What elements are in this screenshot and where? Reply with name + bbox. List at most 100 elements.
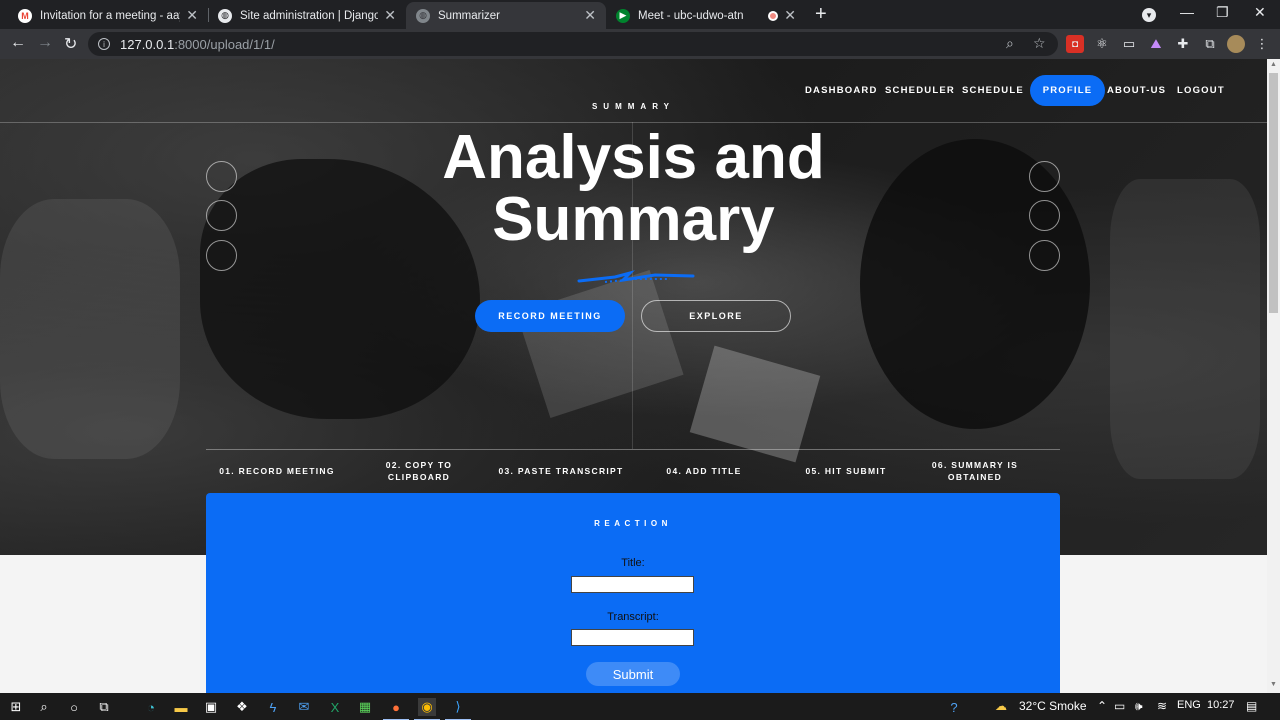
photos-icon[interactable]: ▦ bbox=[356, 698, 374, 716]
slider-dot[interactable] bbox=[1029, 161, 1060, 192]
vscode-icon[interactable]: ⟩ bbox=[445, 698, 471, 720]
scrollbar-thumb[interactable] bbox=[1269, 73, 1278, 313]
react-devtools-icon[interactable]: ⚛ bbox=[1093, 35, 1111, 53]
maximize-icon[interactable]: ❐ bbox=[1216, 4, 1229, 21]
bookmark-star-icon[interactable]: ☆ bbox=[1033, 35, 1046, 52]
reload-icon[interactable]: ↻ bbox=[64, 34, 77, 54]
dropbox-icon[interactable]: ❖ bbox=[233, 698, 251, 716]
pocket-extension-icon[interactable]: ◘ bbox=[1066, 35, 1084, 53]
url-bar[interactable]: i 127.0.0.1:8000/upload/1/1/ ⌕ ☆ bbox=[88, 32, 1058, 56]
globe-icon: ◍ bbox=[416, 8, 430, 23]
title-label: Title: bbox=[621, 557, 645, 569]
minimize-icon[interactable]: — bbox=[1180, 4, 1194, 20]
scroll-up-icon[interactable]: ▲ bbox=[1270, 61, 1277, 68]
transcript-label: Transcript: bbox=[607, 611, 659, 623]
screen-extension-icon[interactable]: ▭ bbox=[1120, 35, 1138, 53]
tab-summarizer[interactable]: ◍ Summarizer ✕ bbox=[406, 2, 606, 29]
brush-stroke-decoration bbox=[577, 270, 695, 283]
headline-line: Summary bbox=[492, 185, 775, 254]
excel-icon[interactable]: X bbox=[326, 698, 344, 716]
submit-button[interactable]: Submit bbox=[586, 662, 680, 686]
avatar[interactable] bbox=[1227, 35, 1245, 53]
wifi-icon[interactable]: ≋ bbox=[1157, 699, 1167, 713]
tab-search-icon[interactable]: ▾ bbox=[1142, 8, 1156, 22]
menu-kebab-icon[interactable]: ⋮ bbox=[1253, 35, 1271, 53]
cortana-icon[interactable]: ○ bbox=[65, 698, 83, 716]
help-icon[interactable]: ? bbox=[945, 698, 963, 716]
meet-icon: ▶ bbox=[616, 8, 630, 23]
tab-django-admin[interactable]: ◍ Site administration | Django site ✕ bbox=[208, 2, 406, 29]
step-item: 02. COPY TO CLIPBOARD bbox=[385, 460, 453, 482]
back-arrow-icon[interactable]: ← bbox=[10, 34, 26, 52]
close-icon[interactable]: ✕ bbox=[186, 7, 198, 24]
scroll-down-icon[interactable]: ▼ bbox=[1270, 681, 1277, 688]
slider-dot[interactable] bbox=[206, 161, 237, 192]
nav-logout[interactable]: LOGOUT bbox=[1177, 81, 1225, 101]
close-icon[interactable]: ✕ bbox=[584, 7, 596, 24]
power-automate-icon[interactable]: ϟ bbox=[264, 698, 282, 716]
weather-icon[interactable]: ☁ bbox=[995, 699, 1007, 713]
task-view-icon[interactable]: ⧉ bbox=[95, 698, 113, 716]
tab-label: Meet - ubc-udwo-atn bbox=[638, 9, 744, 22]
form-heading: REACTION bbox=[594, 519, 672, 528]
slider-dot[interactable] bbox=[1029, 240, 1060, 271]
record-meeting-button[interactable]: RECORD MEETING bbox=[475, 300, 625, 332]
tab-gmail[interactable]: M Invitation for a meeting - aayush ✕ bbox=[8, 2, 208, 29]
zoom-icon[interactable]: ⌕ bbox=[1006, 35, 1014, 52]
nav-about-us[interactable]: ABOUT-US bbox=[1107, 81, 1166, 101]
hero-headline: Analysis and Summary bbox=[0, 127, 1267, 251]
clock[interactable]: 10:27 bbox=[1207, 699, 1235, 711]
cast-icon[interactable]: ⧉ bbox=[1201, 35, 1219, 53]
file-explorer-icon[interactable]: ▬ bbox=[172, 698, 190, 716]
step-item: 03. PASTE TRANSCRIPT bbox=[498, 466, 624, 476]
windows-taskbar: ⊞ ⌕ ○ ⧉ ◔ ▬ ▣ ❖ ϟ ✉ X ▦ ● ◉ ⟩ ? ☁ 32°C S… bbox=[0, 693, 1280, 720]
transcript-input[interactable] bbox=[571, 629, 694, 646]
slider-dot[interactable] bbox=[206, 200, 237, 231]
background-laptop bbox=[516, 270, 684, 418]
search-icon[interactable]: ⌕ bbox=[35, 698, 53, 716]
firefox-icon[interactable]: ● bbox=[383, 698, 409, 720]
page-scrollbar[interactable]: ▲ ▼ bbox=[1267, 59, 1280, 693]
windows-start-icon[interactable]: ⊞ bbox=[7, 698, 25, 716]
tab-meet[interactable]: ▶ Meet - ubc-udwo-atn ✕ bbox=[606, 2, 806, 29]
tray-chevron-icon[interactable]: ⌃ bbox=[1097, 699, 1107, 713]
steps-divider bbox=[206, 449, 1060, 450]
hero-section: DASHBOARD SCHEDULER SCHEDULE PROFILE ABO… bbox=[0, 59, 1267, 555]
store-icon[interactable]: ▣ bbox=[202, 698, 220, 716]
slider-dot[interactable] bbox=[206, 240, 237, 271]
address-toolbar: ← → ↻ i 127.0.0.1:8000/upload/1/1/ ⌕ ☆ ◘… bbox=[0, 29, 1280, 59]
nav-scheduler[interactable]: SCHEDULER bbox=[885, 81, 955, 101]
close-icon[interactable]: ✕ bbox=[784, 7, 796, 24]
extensions-puzzle-icon[interactable]: ✚ bbox=[1174, 35, 1192, 53]
url-host: 127.0.0.1 bbox=[120, 36, 175, 52]
tab-label: Site administration | Django site bbox=[240, 9, 379, 22]
edge-icon[interactable]: ◔ bbox=[142, 698, 160, 716]
forward-arrow-icon[interactable]: → bbox=[37, 34, 53, 52]
notification-icon[interactable]: ▤ bbox=[1246, 699, 1257, 713]
explore-button[interactable]: EXPLORE bbox=[641, 300, 791, 332]
nav-schedule[interactable]: SCHEDULE bbox=[962, 81, 1024, 101]
mail-icon[interactable]: ✉ bbox=[295, 698, 313, 716]
weather-text[interactable]: 32°C Smoke bbox=[1019, 699, 1087, 713]
site-info-icon[interactable]: i bbox=[98, 38, 110, 50]
url-path: :8000/upload/1/1/ bbox=[174, 36, 275, 52]
mountain-extension-icon[interactable]: ⛰ bbox=[1147, 35, 1165, 53]
globe-icon: ◍ bbox=[218, 8, 232, 23]
recording-icon bbox=[768, 10, 779, 21]
step-item: 04. ADD TITLE bbox=[666, 466, 742, 476]
step-item: 05. HIT SUBMIT bbox=[805, 466, 887, 476]
slider-dot[interactable] bbox=[1029, 200, 1060, 231]
gmail-icon: M bbox=[18, 8, 32, 23]
nav-dashboard[interactable]: DASHBOARD bbox=[805, 81, 878, 101]
window-close-icon[interactable]: ✕ bbox=[1254, 4, 1266, 21]
chrome-icon[interactable]: ◉ bbox=[414, 698, 440, 720]
new-tab-button[interactable]: + bbox=[815, 3, 827, 26]
title-input[interactable] bbox=[571, 576, 694, 593]
reaction-form-panel: REACTION Title: Transcript: Submit bbox=[206, 493, 1060, 693]
battery-icon[interactable]: ▭ bbox=[1114, 699, 1125, 713]
volume-icon[interactable]: 🕪 bbox=[1135, 699, 1143, 714]
page-viewport: DASHBOARD SCHEDULER SCHEDULE PROFILE ABO… bbox=[0, 59, 1280, 693]
step-item: 06. SUMMARY IS OBTAINED bbox=[931, 460, 1019, 482]
close-icon[interactable]: ✕ bbox=[384, 7, 396, 24]
language-indicator[interactable]: ENG bbox=[1177, 699, 1201, 711]
